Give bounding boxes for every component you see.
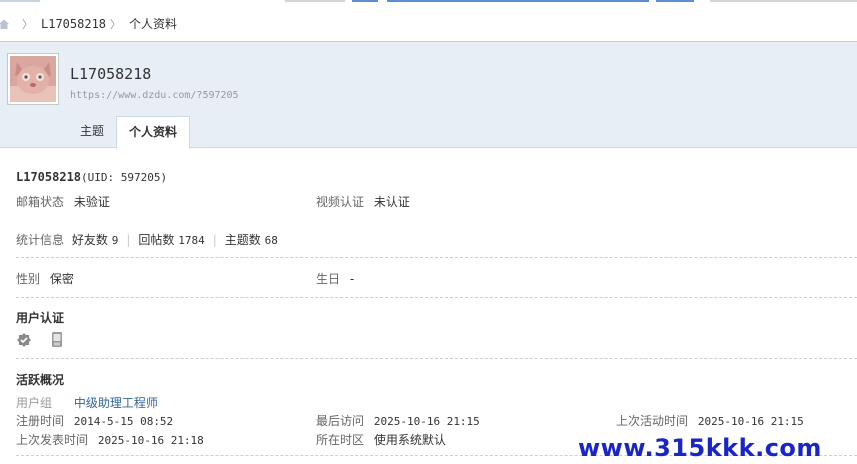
profile-tabs: 主题 个人资料 <box>68 116 191 149</box>
birthday-label: 生日 <box>316 272 341 286</box>
profile-url[interactable]: https://www.dzdu.com/?597205 <box>70 90 239 101</box>
last-visit-value: 2025-10-16 21:15 <box>373 415 480 428</box>
register-time-value: 2014-5-15 08:52 <box>73 415 174 428</box>
profile-header: L17058218 https://www.dzdu.com/?597205 主… <box>0 42 857 149</box>
top-strip-segment <box>387 0 649 2</box>
timezone-value: 使用系统默认 <box>373 433 446 447</box>
usergroup-link[interactable]: 中级助理工程师 <box>74 396 158 410</box>
user-title-line: L17058218(UID: 597205) <box>16 170 167 184</box>
topics-value: 68 <box>264 234 278 247</box>
stats-divider: | <box>212 233 217 247</box>
last-post-row: 上次发表时间 2025-10-16 21:18 <box>16 431 204 448</box>
email-status-label: 邮箱状态 <box>16 195 65 209</box>
last-visit-row: 最后访问 2025-10-16 21:15 <box>316 412 480 429</box>
usergroup-row: 用户组 中级助理工程师 <box>16 394 158 411</box>
register-time-label: 注册时间 <box>16 414 65 428</box>
breadcrumb-separator: 〉 <box>110 17 122 31</box>
birthday-value: - <box>349 272 355 286</box>
breadcrumb-separator: 〉 <box>22 17 33 31</box>
tab-profile[interactable]: 个人资料 <box>116 116 191 149</box>
section-divider <box>16 257 857 258</box>
last-active-label: 上次活动时间 <box>616 414 689 428</box>
gender-row: 性别 保密 <box>16 270 74 287</box>
register-time-row: 注册时间 2014-5-15 08:52 <box>16 412 173 429</box>
video-verify-row: 视频认证 未认证 <box>316 193 410 210</box>
friends-label[interactable]: 好友数 <box>72 233 108 247</box>
stats-divider: | <box>126 233 131 247</box>
breadcrumb-user[interactable]: L17058218 <box>41 17 106 31</box>
timezone-row: 所在时区 使用系统默认 <box>316 431 446 448</box>
last-post-value: 2025-10-16 21:18 <box>97 434 204 447</box>
replies-value: 1784 <box>178 234 205 247</box>
info-uid: (UID: 597205) <box>81 171 168 184</box>
breadcrumb: 〉 L17058218 〉 个人资料 <box>0 6 857 42</box>
gender-label: 性别 <box>16 272 41 286</box>
topics-label[interactable]: 主题数 <box>225 233 261 247</box>
replies-label[interactable]: 回帖数 <box>138 233 174 247</box>
last-visit-label: 最后访问 <box>316 414 365 428</box>
last-active-value: 2025-10-16 21:15 <box>697 415 804 428</box>
home-icon[interactable] <box>0 18 10 30</box>
tab-topics[interactable]: 主题 <box>68 116 116 148</box>
breadcrumb-current: 个人资料 <box>129 17 178 31</box>
gender-value: 保密 <box>49 272 74 286</box>
avatar[interactable] <box>7 53 59 105</box>
top-strip-segment <box>285 0 345 2</box>
verified-badge-icon[interactable] <box>16 332 32 348</box>
top-strip-segment <box>710 0 857 2</box>
activity-heading: 活跃概况 <box>16 373 65 387</box>
timezone-label: 所在时区 <box>316 433 365 447</box>
top-strip-segment <box>656 0 694 2</box>
email-status-value: 未验证 <box>73 195 110 209</box>
video-verify-value: 未认证 <box>373 195 410 209</box>
mobile-phone-icon[interactable] <box>51 331 63 348</box>
usergroup-label: 用户组 <box>16 396 53 410</box>
birthday-row: 生日 - <box>316 270 354 287</box>
info-username: L17058218 <box>16 170 82 184</box>
top-strip-segment <box>0 0 40 2</box>
site-watermark: www.315kkk.com <box>578 434 822 462</box>
profile-username: L17058218 <box>70 65 152 83</box>
top-strip-segment <box>352 0 378 2</box>
friends-value: 9 <box>111 234 119 247</box>
verification-heading: 用户认证 <box>16 311 65 325</box>
stats-row: 统计信息 好友数 9 | 回帖数 1784 | 主题数 68 <box>16 231 278 248</box>
section-divider <box>16 297 857 298</box>
avatar-cat-image <box>10 56 56 102</box>
stats-label: 统计信息 <box>16 233 65 247</box>
video-verify-label: 视频认证 <box>316 195 365 209</box>
section-divider <box>16 358 857 359</box>
top-strip <box>0 0 857 4</box>
last-active-row: 上次活动时间 2025-10-16 21:15 <box>616 412 804 429</box>
last-post-label: 上次发表时间 <box>16 433 89 447</box>
email-status-row: 邮箱状态 未验证 <box>16 193 110 210</box>
